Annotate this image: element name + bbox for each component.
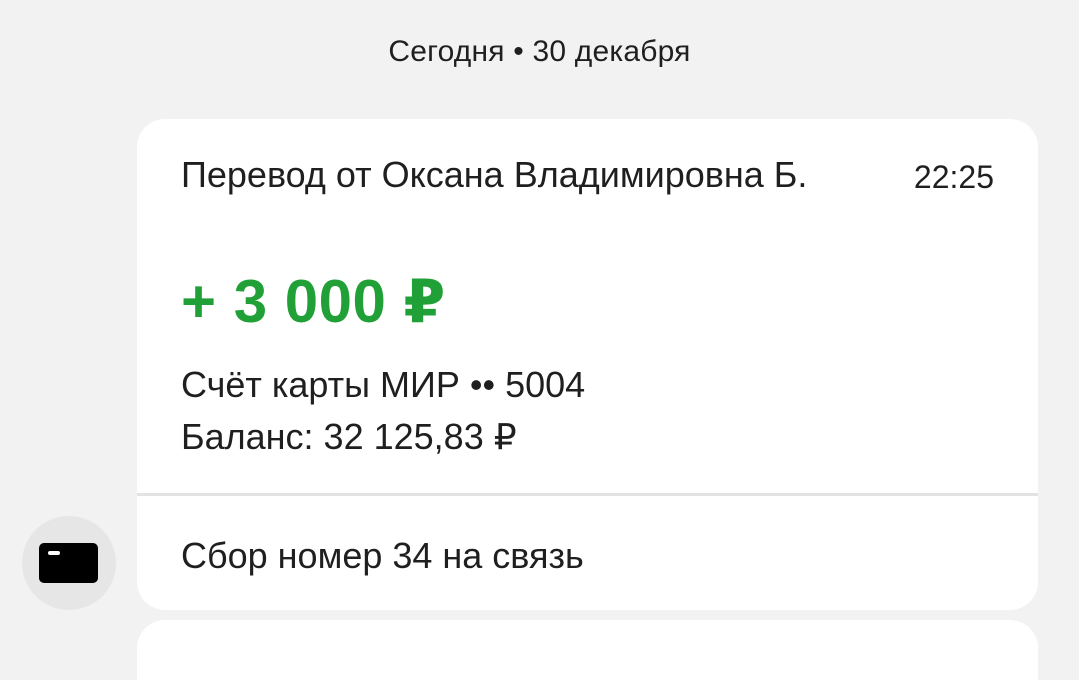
account-label: Счёт карты МИР •• 5004 [181, 364, 586, 405]
sender-avatar [22, 516, 116, 610]
date-header: Сегодня • 30 декабря [388, 35, 691, 68]
next-transaction-card[interactable] [137, 620, 1038, 680]
bank-card-icon [39, 543, 98, 583]
transfer-message: Сбор номер 34 на связь [181, 535, 584, 576]
balance-label: Баланс: 32 125,83 ₽ [181, 416, 517, 457]
transaction-amount: + 3 000 ₽ [181, 268, 446, 335]
transaction-title: Перевод от Оксана Владимировна Б. [181, 154, 808, 195]
transaction-time: 22:25 [913, 159, 994, 195]
transaction-card[interactable]: Перевод от Оксана Владимировна Б. 22:25 … [137, 119, 1038, 610]
divider [137, 493, 1038, 496]
